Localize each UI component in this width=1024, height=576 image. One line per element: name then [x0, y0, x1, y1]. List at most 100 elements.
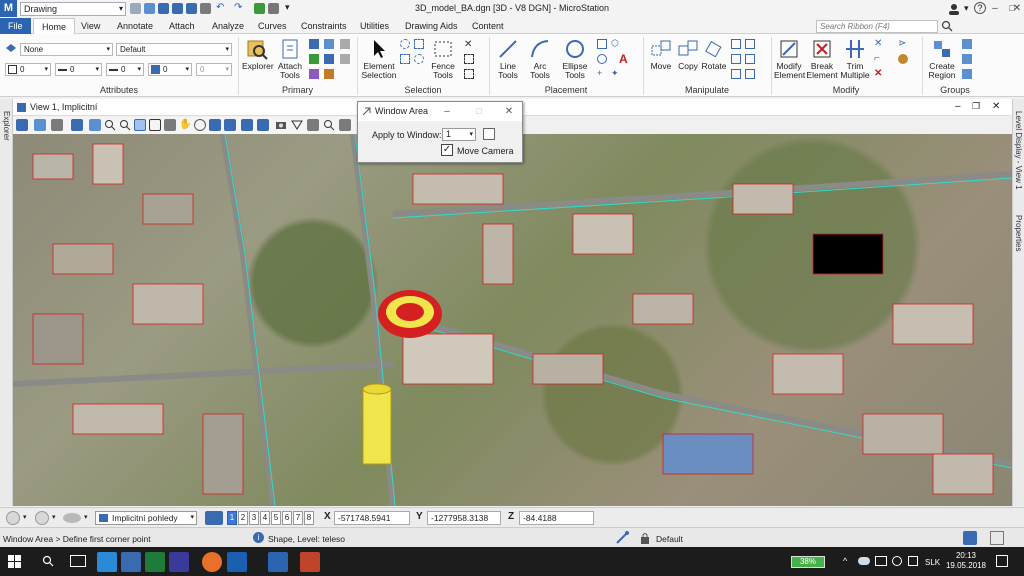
- mirror-icon[interactable]: [745, 39, 755, 49]
- settings-icon[interactable]: [51, 119, 63, 131]
- ellipse-tools-button[interactable]: Ellipse Tools: [558, 38, 592, 80]
- level-combo[interactable]: None ▾: [20, 43, 113, 56]
- forward-icon[interactable]: [35, 511, 49, 525]
- view-restore-button[interactable]: ❐: [972, 101, 980, 112]
- copy-view-icon[interactable]: [241, 119, 253, 131]
- clip-volume-icon[interactable]: [257, 119, 269, 131]
- line-tools-button[interactable]: Line Tools: [494, 38, 522, 80]
- element-selection-button[interactable]: Element Selection: [360, 38, 398, 80]
- saved-view-menu-icon[interactable]: ▾: [84, 513, 88, 521]
- saved-view-icon[interactable]: [63, 513, 81, 523]
- user-menu-chevron-icon[interactable]: ▾: [964, 3, 969, 14]
- windows-start-icon[interactable]: [8, 555, 21, 568]
- scale-icon[interactable]: [731, 39, 741, 49]
- pan-view-icon[interactable]: ✋: [179, 119, 191, 131]
- references-icon[interactable]: [309, 54, 319, 64]
- back-menu-chevron-icon[interactable]: ▾: [23, 513, 27, 521]
- excel-icon[interactable]: [145, 552, 165, 572]
- saved-views-icon[interactable]: [309, 69, 319, 79]
- explorer-button[interactable]: Explorer: [242, 38, 274, 71]
- model-icon[interactable]: [963, 531, 977, 545]
- 3d-viewport[interactable]: [13, 134, 1012, 506]
- z-coordinate-field[interactable]: -84.4188: [519, 511, 594, 525]
- explorer-side-tab[interactable]: Explorer: [0, 99, 13, 506]
- models-icon[interactable]: [324, 39, 334, 49]
- walk-icon[interactable]: [194, 119, 206, 131]
- tab-content[interactable]: Content: [464, 18, 512, 34]
- view-button-8[interactable]: 8: [304, 511, 314, 525]
- onedrive-icon[interactable]: [858, 557, 870, 565]
- zoom-out-icon[interactable]: [119, 119, 131, 131]
- y-coordinate-field[interactable]: -1277958.3138: [427, 511, 501, 525]
- extend-icon[interactable]: ✕: [874, 39, 884, 49]
- view-minimize-button[interactable]: –: [955, 101, 961, 112]
- tab-annotate[interactable]: Annotate: [109, 18, 161, 34]
- lock-icon[interactable]: [640, 532, 650, 544]
- level-manager-icon[interactable]: [309, 39, 319, 49]
- layout-icon[interactable]: [990, 531, 1004, 545]
- view-previous-icon[interactable]: [209, 119, 221, 131]
- tab-analyze[interactable]: Analyze: [204, 18, 252, 34]
- taskbar-app-icon[interactable]: [121, 552, 141, 572]
- notification-center-icon[interactable]: [996, 555, 1008, 567]
- view-button-7[interactable]: 7: [293, 511, 303, 525]
- style-combo[interactable]: Default ▾: [116, 43, 232, 56]
- linestyle-combo[interactable]: 0 ▾: [106, 63, 144, 76]
- fill-combo[interactable]: 0 ▾: [148, 63, 192, 76]
- tab-attach[interactable]: Attach: [161, 18, 203, 34]
- fence-tools-button[interactable]: Fence Tools: [428, 38, 458, 80]
- tab-view[interactable]: View: [73, 18, 108, 34]
- align-icon[interactable]: [745, 54, 755, 64]
- outlook-icon[interactable]: [227, 552, 247, 572]
- color-combo[interactable]: 0 ▾: [5, 63, 51, 76]
- rotate-view-icon[interactable]: [164, 119, 176, 131]
- named-group-icon[interactable]: [962, 69, 972, 79]
- view-button-4[interactable]: 4: [260, 511, 270, 525]
- fence-clear-icon[interactable]: [464, 54, 474, 64]
- key-in-icon[interactable]: [340, 54, 350, 64]
- dialog-close-button[interactable]: ✕: [500, 102, 518, 121]
- back-icon[interactable]: [6, 511, 20, 525]
- wifi-icon[interactable]: [892, 556, 902, 566]
- dialog-minimize-button[interactable]: –: [438, 102, 456, 121]
- copy-button[interactable]: Copy: [675, 38, 701, 71]
- stretch-icon[interactable]: [731, 69, 741, 79]
- fillet-icon[interactable]: ⌐: [874, 54, 884, 64]
- display-style-icon[interactable]: [34, 119, 46, 131]
- clip-mask-icon[interactable]: [291, 119, 303, 131]
- ungroup-icon[interactable]: [962, 54, 972, 64]
- view-button-2[interactable]: 2: [238, 511, 248, 525]
- search-icon[interactable]: [42, 555, 54, 567]
- zoom-in-icon[interactable]: [104, 119, 116, 131]
- weight-combo[interactable]: 0 ▾: [55, 63, 102, 76]
- saved-views-combo[interactable]: Implicitní pohledy ▾: [95, 511, 197, 525]
- network-icon[interactable]: [875, 556, 887, 566]
- tab-home[interactable]: Home: [33, 18, 76, 35]
- dialog-title-bar[interactable]: Window Area – □ ✕: [358, 102, 522, 121]
- apply-to-window-checkbox[interactable]: [483, 128, 495, 140]
- place-block-icon[interactable]: [597, 39, 607, 49]
- firefox-icon[interactable]: [202, 552, 222, 572]
- battery-indicator[interactable]: 38%: [791, 556, 825, 568]
- properties-tab[interactable]: Properties: [1014, 215, 1023, 251]
- zoom-realtime-icon[interactable]: [323, 119, 335, 131]
- clock[interactable]: 20:13 19.05.2018: [944, 551, 988, 571]
- change-attributes-icon[interactable]: [898, 54, 908, 64]
- select-line-icon[interactable]: [414, 54, 424, 64]
- camera-icon[interactable]: [275, 119, 287, 131]
- view-button-5[interactable]: 5: [271, 511, 281, 525]
- view-button-1[interactable]: 1: [227, 511, 237, 525]
- select-shape-icon[interactable]: [400, 54, 410, 64]
- fence-mode-icon[interactable]: [464, 69, 474, 79]
- taskbar-app-icon[interactable]: [97, 552, 117, 572]
- move-button[interactable]: Move: [648, 38, 674, 71]
- volume-icon[interactable]: [908, 556, 918, 566]
- search-icon[interactable]: [941, 20, 953, 32]
- place-text-icon[interactable]: A: [619, 52, 628, 66]
- attach-tools-button[interactable]: Attach Tools: [276, 38, 304, 80]
- tab-file[interactable]: File: [0, 18, 31, 34]
- snap-mode-icon[interactable]: [615, 531, 629, 545]
- tab-drawing-aids[interactable]: Drawing Aids: [397, 18, 466, 34]
- move-camera-checkbox[interactable]: ✓: [441, 144, 453, 156]
- arc-tools-button[interactable]: Arc Tools: [526, 38, 554, 80]
